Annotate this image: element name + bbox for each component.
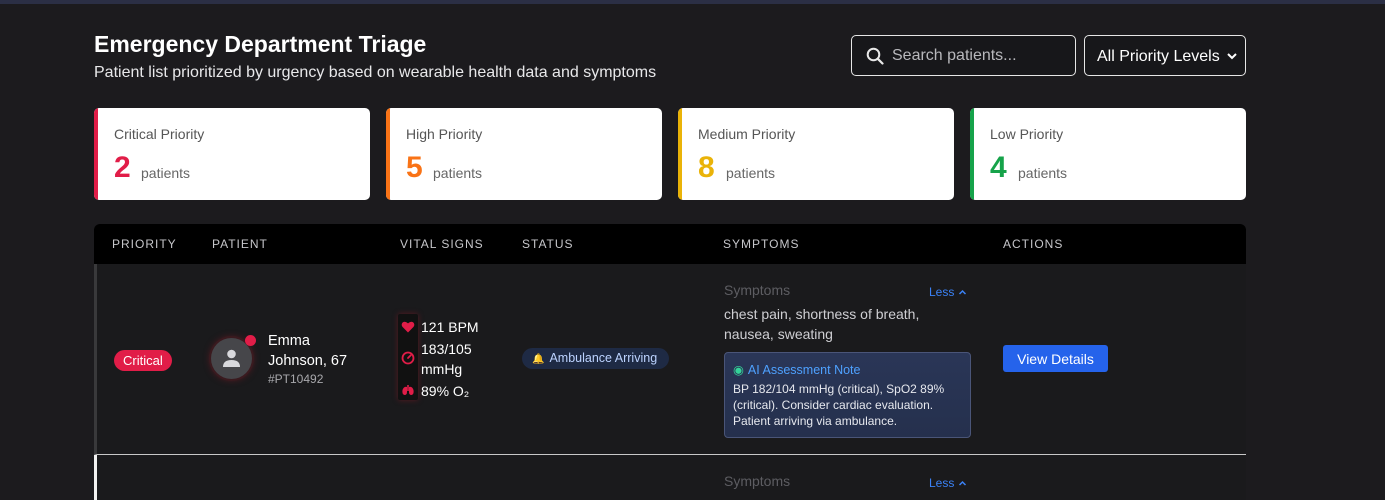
- heart-icon: [401, 321, 415, 333]
- table-header: PRIORITY PATIENT VITAL SIGNS STATUS SYMP…: [94, 224, 1246, 264]
- priority-filter-value: All Priority Levels: [1097, 48, 1220, 65]
- page-subtitle: Patient list prioritized by urgency base…: [94, 64, 657, 81]
- card-count: 8: [698, 151, 715, 184]
- card-unit: patients: [141, 165, 191, 181]
- card-accent-bar: [386, 108, 390, 200]
- column-header-actions: ACTIONS: [1003, 237, 1064, 251]
- summary-card-medium: Medium Priority 8 patients: [678, 108, 954, 200]
- column-header-status[interactable]: STATUS: [522, 237, 574, 251]
- symptoms-toggle[interactable]: Less: [929, 285, 967, 299]
- chevron-down-icon: [1227, 53, 1237, 60]
- priority-badge-critical: Critical: [114, 350, 172, 371]
- lungs-icon: [402, 385, 414, 395]
- symptoms-toggle[interactable]: Less: [929, 476, 967, 490]
- card-label: Low Priority: [990, 126, 1064, 142]
- column-header-symptoms[interactable]: SYMPTOMS: [723, 237, 799, 251]
- symptoms-text: chest pain, shortness of breath, nausea,…: [724, 306, 920, 342]
- card-accent-bar: [678, 108, 682, 200]
- card-unit: patients: [726, 165, 776, 181]
- oxygen-saturation-value: 89% O₂: [421, 383, 470, 399]
- view-details-button[interactable]: View Details: [1003, 345, 1108, 372]
- card-unit: patients: [433, 165, 483, 181]
- table-row[interactable]: [94, 455, 1246, 500]
- status-text: Ambulance Arriving: [549, 351, 658, 365]
- symptoms-label: Symptoms: [724, 473, 791, 489]
- patient-name[interactable]: Emma Johnson, 67: [268, 331, 368, 371]
- summary-card-high: High Priority 5 patients: [386, 108, 662, 200]
- symptoms-label: Symptoms: [724, 282, 791, 298]
- card-accent-bar: [970, 108, 974, 200]
- bell-icon: 🔔: [532, 354, 545, 365]
- card-count: 2: [114, 151, 131, 184]
- summary-card-critical: Critical Priority 2 patients: [94, 108, 370, 200]
- column-header-priority[interactable]: PRIORITY: [112, 237, 177, 251]
- patient-id: #PT10492: [268, 372, 324, 386]
- search-box[interactable]: [851, 35, 1076, 76]
- column-header-patient[interactable]: PATIENT: [212, 237, 268, 251]
- gauge-icon: [401, 351, 415, 365]
- search-input[interactable]: [892, 44, 1067, 68]
- card-accent-bar: [94, 108, 98, 200]
- blood-pressure-value: 183/105 mmHg: [421, 341, 472, 377]
- card-label: High Priority: [406, 126, 483, 142]
- card-unit: patients: [1018, 165, 1068, 181]
- card-count: 4: [990, 151, 1007, 184]
- ai-note-title: AI Assessment Note: [747, 363, 861, 377]
- status-badge: 🔔 Ambulance Arriving: [522, 348, 670, 369]
- toggle-label: Less: [929, 476, 955, 490]
- heart-rate-value: 121 BPM: [421, 319, 479, 335]
- toggle-label: Less: [929, 285, 955, 299]
- ai-note-header: ◉ AI Assessment Note: [733, 362, 860, 377]
- summary-card-low: Low Priority 4 patients: [970, 108, 1246, 200]
- chevron-up-icon: [958, 290, 966, 295]
- alert-status-dot: [245, 335, 256, 346]
- user-icon: [223, 349, 240, 367]
- ai-assessment-note: ◉ AI Assessment Note BP 182/104 mmHg (cri…: [724, 352, 971, 438]
- card-label: Medium Priority: [698, 126, 796, 142]
- card-label: Critical Priority: [114, 126, 205, 142]
- ai-note-text: BP 182/104 mmHg (critical), SpO2 89% (cr…: [733, 382, 945, 428]
- top-accent-line: [0, 0, 1385, 4]
- card-count: 5: [406, 151, 423, 184]
- search-icon: [866, 47, 884, 65]
- column-header-vital-signs[interactable]: VITAL SIGNS: [400, 237, 484, 251]
- chevron-up-icon: [958, 481, 966, 486]
- priority-filter-select[interactable]: All Priority Levels: [1084, 35, 1246, 76]
- robot-icon: ◉: [733, 363, 744, 377]
- page-title: Emergency Department Triage: [94, 31, 427, 57]
